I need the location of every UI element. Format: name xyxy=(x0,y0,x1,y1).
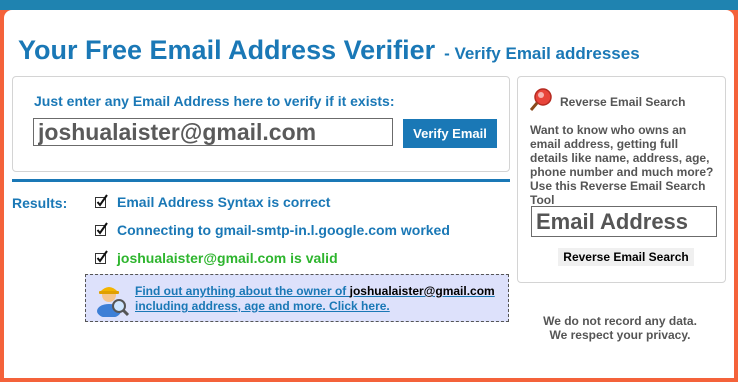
checkmark-icon xyxy=(95,250,108,264)
owner-lookup-link[interactable]: Find out anything about the owner of jos… xyxy=(135,284,495,314)
owner-link-prefix: Find out anything about the owner of xyxy=(135,284,350,298)
page-subtitle: - Verify Email addresses xyxy=(444,44,640,63)
reverse-email-input[interactable] xyxy=(531,206,717,237)
privacy-line-1: We do not record any data. xyxy=(543,314,697,328)
email-input[interactable] xyxy=(33,118,393,146)
reverse-search-description: Want to know who owns an email address, … xyxy=(530,123,714,207)
verify-prompt: Just enter any Email Address here to ver… xyxy=(34,93,395,109)
page-title-main: Your Free Email Address Verifier xyxy=(18,35,436,65)
results-label: Results: xyxy=(12,195,68,211)
privacy-line-2: We respect your privacy. xyxy=(549,328,691,342)
page-title: Your Free Email Address Verifier - Verif… xyxy=(18,30,640,67)
result-text: Email Address Syntax is correct xyxy=(117,194,331,210)
privacy-notice: We do not record any data. We respect yo… xyxy=(520,314,720,342)
result-item-syntax: Email Address Syntax is correct xyxy=(95,194,330,210)
result-item-smtp: Connecting to gmail-smtp-in.l.google.com… xyxy=(95,222,450,238)
result-item-valid: joshualaister@gmail.com is valid xyxy=(95,250,338,266)
owner-link-line2: including address, age and more. Click h… xyxy=(135,299,390,313)
reverse-email-search-button[interactable]: Reverse Email Search xyxy=(558,248,694,266)
owner-lookup-promo: Find out anything about the owner of jos… xyxy=(85,274,509,322)
magnifier-icon xyxy=(530,88,552,111)
detective-user-icon xyxy=(97,287,130,317)
results-divider xyxy=(12,179,510,182)
checkmark-icon xyxy=(95,194,108,208)
result-text: Connecting to gmail-smtp-in.l.google.com… xyxy=(117,222,450,238)
top-bar xyxy=(0,0,738,10)
result-text: joshualaister@gmail.com is valid xyxy=(117,250,338,266)
reverse-search-title: Reverse Email Search xyxy=(560,95,686,109)
checkmark-icon xyxy=(95,222,108,236)
verify-email-button[interactable]: Verify Email xyxy=(403,119,497,148)
owner-link-email: joshualaister@gmail.com xyxy=(349,284,495,298)
